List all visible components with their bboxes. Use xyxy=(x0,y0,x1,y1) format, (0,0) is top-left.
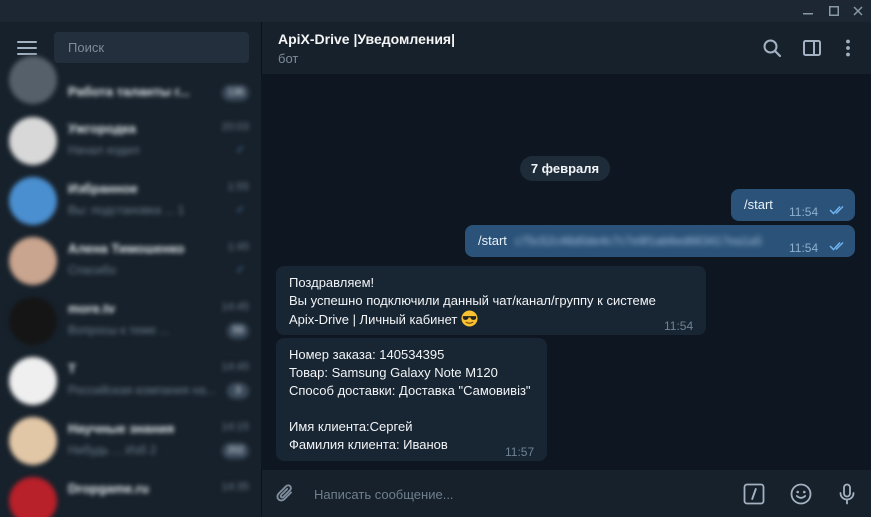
message-time: 11:54 xyxy=(789,241,819,255)
chat-name: Избранное xyxy=(68,181,138,196)
chat-name: Научные знания xyxy=(68,421,175,436)
message-body: Поздравляем! Вы успешно подключили данны… xyxy=(289,274,656,329)
search-input[interactable] xyxy=(54,32,249,63)
chat-list-item[interactable]: T Российская компания на... 14:45 3 xyxy=(0,351,261,411)
chat-name: Работа таланты г... xyxy=(68,84,190,99)
bot-commands-icon[interactable] xyxy=(742,482,766,506)
close-icon[interactable] xyxy=(846,0,870,22)
blurred-token: c75c52c48d0de4c7c7e9f1ab6ed663417ea1a5 xyxy=(515,234,762,248)
chat-list-item[interactable]: Научные знания Нибудь ... Изб 2 14:15 202 xyxy=(0,411,261,471)
chat-time: 14:35 xyxy=(221,481,249,493)
date-divider: 7 февраля xyxy=(520,156,610,181)
avatar xyxy=(9,477,57,517)
sidebar: Работа таланты г... 136 Ужгородка Начал ход… xyxy=(0,22,261,517)
chat-time: 20:03 xyxy=(221,121,249,133)
paperclip-icon[interactable] xyxy=(274,482,298,506)
chat-time: 1:45 xyxy=(227,241,249,253)
chat-preview: Вы: подстановка ... 1 xyxy=(68,203,185,217)
message-text: /start xyxy=(744,197,773,212)
checkmark-icon: ✓ xyxy=(235,264,245,276)
menu-icon[interactable] xyxy=(17,41,37,55)
avatar xyxy=(9,297,57,345)
search-icon[interactable] xyxy=(760,36,784,60)
message-line: Имя клиента:Сергей xyxy=(289,419,413,434)
chat-time: 14:15 xyxy=(221,421,249,433)
avatar xyxy=(9,177,57,225)
chat-list: Работа таланты г... 136 Ужгородка Начал ход… xyxy=(0,56,261,517)
read-checkmarks-icon xyxy=(829,241,844,251)
message-time: 11:54 xyxy=(789,205,819,219)
chat-list-item[interactable]: more.tv Вопросы к теме ... 14:45 59 xyxy=(0,291,261,351)
minimize-icon[interactable] xyxy=(796,0,820,22)
message-line: Фамилия клиента: Иванов xyxy=(289,437,448,452)
unread-badge: 202 xyxy=(222,443,249,459)
unread-badge: 59 xyxy=(227,323,249,339)
message-input[interactable] xyxy=(314,484,714,504)
message-line: Номер заказа: 140534395 xyxy=(289,347,445,362)
unread-badge: 3 xyxy=(227,383,249,399)
message-line: Способ доставки: Доставка "Самовивіз" xyxy=(289,383,531,398)
checkmark-icon: ✓ xyxy=(235,204,245,216)
sunglasses-emoji-icon xyxy=(461,310,478,327)
chat-title[interactable]: ApiX-Drive |Уведомления| xyxy=(278,31,455,47)
chat-header: ApiX-Drive |Уведомления| бот xyxy=(261,22,871,74)
sidebar-toggle-icon[interactable] xyxy=(800,36,824,60)
avatar xyxy=(9,417,57,465)
outgoing-message[interactable]: /start 11:54 xyxy=(731,189,855,221)
message-composer xyxy=(261,470,871,517)
chat-preview: Начал ходил xyxy=(68,143,140,157)
chat-time: 14:45 xyxy=(221,301,249,313)
message-body: Номер заказа: 140534395 Товар: Samsung G… xyxy=(289,346,531,454)
chat-name: Dropgame.ru xyxy=(68,481,149,496)
avatar xyxy=(9,117,57,165)
chat-subtitle: бот xyxy=(278,51,299,66)
maximize-icon[interactable] xyxy=(822,0,846,22)
more-options-icon[interactable] xyxy=(836,36,860,60)
microphone-icon[interactable] xyxy=(835,482,859,506)
message-area: 7 февраля /start 11:54 /start c75c52c48d… xyxy=(261,74,871,470)
chat-list-item[interactable]: Работа таланты г... 136 xyxy=(0,56,261,111)
avatar xyxy=(9,56,57,104)
checkmark-icon: ✓ xyxy=(235,144,245,156)
message-line: Apix-Drive | Личный кабинет xyxy=(289,310,656,329)
incoming-message[interactable]: Номер заказа: 140534395 Товар: Samsung G… xyxy=(276,338,547,461)
incoming-message[interactable]: Поздравляем! Вы успешно подключили данны… xyxy=(276,266,706,335)
chat-name: Алена Тимошенко xyxy=(68,241,185,256)
window-titlebar xyxy=(0,0,871,22)
chat-list-item[interactable]: Избранное Вы: подстановка ... 1 1:55 ✓ xyxy=(0,171,261,231)
message-time: 11:57 xyxy=(505,445,535,459)
chat-list-item[interactable]: Dropgame.ru 14:35 xyxy=(0,471,261,517)
chat-time: 14:45 xyxy=(221,361,249,373)
message-text: /start xyxy=(478,233,507,248)
emoji-icon[interactable] xyxy=(789,482,813,506)
message-line: Товар: Samsung Galaxy Note M120 xyxy=(289,365,498,380)
message-line: Вы успешно подключили данный чат/канал/г… xyxy=(289,293,656,308)
avatar xyxy=(9,237,57,285)
avatar xyxy=(9,357,57,405)
chat-list-item[interactable]: Алена Тимошенко Спасибо 1:45 ✓ xyxy=(0,231,261,291)
unread-badge: 136 xyxy=(222,85,249,101)
chat-preview: Спасибо xyxy=(68,263,117,277)
chat-time: 1:55 xyxy=(227,181,249,193)
message-time: 11:54 xyxy=(664,319,694,333)
chat-preview: Нибудь ... Изб 2 xyxy=(68,443,157,457)
chat-name: Ужгородка xyxy=(68,121,137,136)
chat-preview: Российская компания на... xyxy=(68,383,216,397)
message-line: Поздравляем! xyxy=(289,275,375,290)
chat-name: more.tv xyxy=(68,301,115,316)
read-checkmarks-icon xyxy=(829,205,844,215)
chat-preview: Вопросы к теме ... xyxy=(68,323,170,337)
outgoing-message[interactable]: /start c75c52c48d0de4c7c7e9f1ab6ed663417… xyxy=(465,225,855,257)
chat-list-item[interactable]: Ужгородка Начал ходил 20:03 ✓ xyxy=(0,111,261,171)
chat-name: T xyxy=(68,361,76,376)
